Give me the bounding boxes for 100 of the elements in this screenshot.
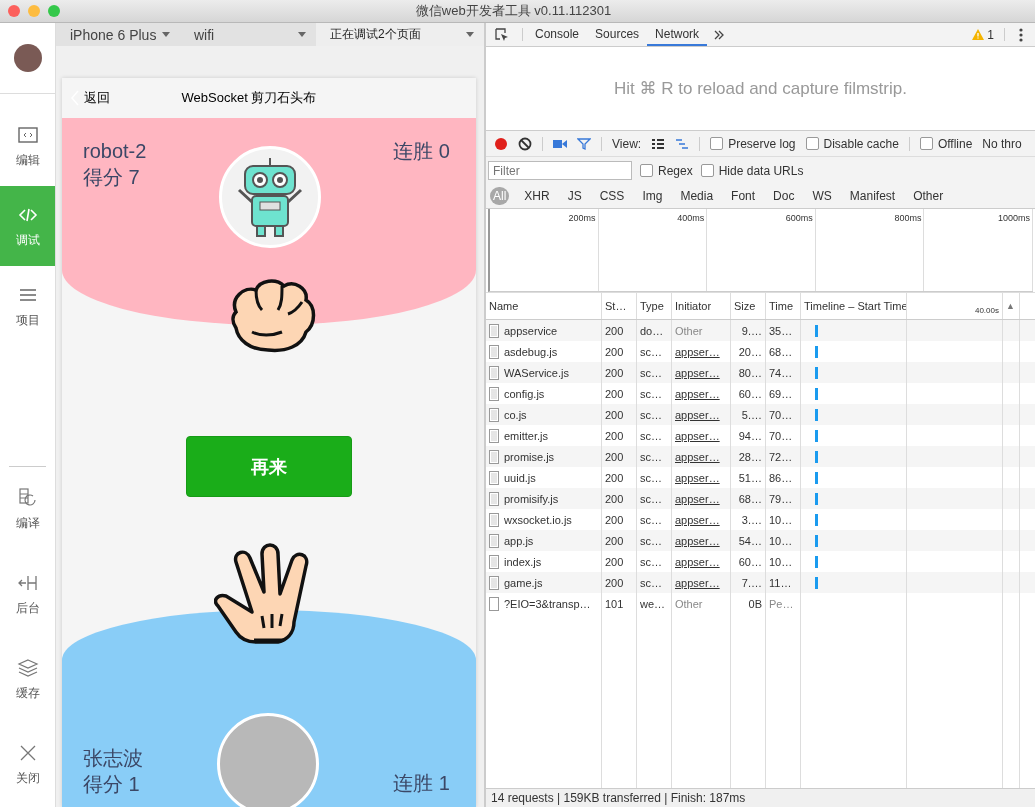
time-tick: 1000ms — [997, 213, 1030, 223]
filter-icon[interactable] — [577, 136, 591, 151]
type-filter[interactable]: XHR — [521, 187, 553, 205]
column-header[interactable]: Size — [731, 293, 766, 319]
initiator-link[interactable]: appser… — [672, 530, 731, 551]
filmstrip-hint: Hit ⌘ R to reload and capture filmstrip. — [614, 78, 907, 99]
initiator-link[interactable]: appser… — [672, 404, 731, 425]
sidebar-tool[interactable]: 缓存 — [0, 637, 55, 722]
timeline-bar — [815, 387, 818, 400]
sidebar-item[interactable]: 项目 — [0, 266, 55, 346]
table-cell: 200 — [602, 530, 637, 551]
player-name: 张志波 — [83, 746, 143, 771]
close-icon[interactable] — [8, 5, 20, 17]
inspect-icon[interactable] — [494, 26, 510, 43]
table-cell[interactable]: promise.js — [486, 446, 602, 467]
table-cell[interactable]: app.js — [486, 530, 602, 551]
timeline-bar — [815, 576, 818, 589]
win-streak: 连胜 0 — [393, 139, 450, 164]
table-cell: Other — [672, 593, 731, 614]
document-icon — [489, 344, 499, 359]
warning-counter[interactable]: 1 — [972, 23, 1000, 46]
type-filter[interactable]: Manifest — [846, 187, 899, 205]
timeline-bar — [815, 555, 818, 568]
sidebar-tool[interactable]: 后台 — [0, 552, 55, 637]
table-cell[interactable]: ?EIO=3&transp… — [486, 593, 602, 614]
initiator-link[interactable]: appser… — [672, 446, 731, 467]
user-avatar[interactable] — [13, 44, 42, 72]
table-cell[interactable]: WAService.js — [486, 362, 602, 383]
page-title: WebSocket 剪刀石头布 — [180, 89, 318, 107]
table-cell: sc… — [637, 572, 672, 593]
type-filter[interactable]: Media — [677, 187, 717, 205]
checkbox-label: Disable cache — [823, 136, 899, 151]
network-dropdown[interactable]: wifi — [180, 23, 316, 46]
column-header[interactable]: Type — [637, 293, 672, 319]
checkbox-box[interactable] — [710, 137, 724, 150]
column-header[interactable]: Time — [766, 293, 801, 319]
devtools-tab[interactable]: Console — [527, 23, 588, 46]
table-cell: 35… — [766, 320, 801, 341]
initiator-link[interactable]: appser… — [672, 362, 731, 383]
table-cell[interactable]: promisify.js — [486, 488, 602, 509]
column-header[interactable]: Initiator — [672, 293, 731, 319]
checkbox-label: Preserve log — [728, 136, 796, 151]
type-filter[interactable]: Font — [728, 187, 759, 205]
checkbox[interactable]: Disable cache — [805, 136, 899, 151]
type-filter[interactable]: WS — [809, 187, 835, 205]
chevron-double-right-icon[interactable] — [713, 28, 726, 41]
document-icon — [489, 575, 499, 590]
view-label: View: — [612, 136, 642, 151]
checkbox-box[interactable] — [640, 164, 653, 177]
table-cell: 10… — [766, 530, 801, 551]
table-cell: 200 — [602, 572, 637, 593]
sidebar-item[interactable]: 编辑 — [0, 106, 55, 186]
type-filter[interactable]: Img — [639, 187, 666, 205]
initiator-link[interactable]: appser… — [672, 572, 731, 593]
table-cell: 101 — [602, 593, 637, 614]
table-cell: 0B — [731, 593, 766, 614]
win-streak: 连胜 1 — [393, 771, 450, 796]
table-cell: 80… — [731, 362, 766, 383]
pages-dropdown[interactable]: 正在调试2个页面 — [316, 23, 484, 46]
checkbox[interactable]: Preserve log — [710, 136, 796, 151]
table-cell: 74… — [766, 362, 801, 383]
column-header[interactable]: St… — [602, 293, 637, 319]
column-header[interactable]: Name — [486, 293, 602, 319]
document-icon — [489, 449, 499, 464]
more-icon[interactable] — [1019, 27, 1023, 42]
throttle-dropdown[interactable]: No thro — [982, 136, 1022, 151]
checkbox-label: Hide data URLs — [718, 163, 804, 178]
type-filter[interactable]: Other — [910, 187, 947, 205]
record-icon[interactable] — [494, 136, 508, 151]
layers-icon — [16, 657, 39, 679]
device-dropdown[interactable]: iPhone 6 Plus — [56, 23, 180, 46]
checkbox[interactable]: Regex — [640, 163, 693, 178]
checkbox[interactable]: Offline — [919, 136, 973, 151]
document-icon — [489, 596, 499, 611]
devtools-tab[interactable]: Sources — [587, 23, 648, 46]
checkbox-box[interactable] — [805, 137, 819, 150]
sidebar-tool[interactable]: 关闭 — [0, 722, 55, 807]
checkbox-box[interactable] — [919, 137, 933, 150]
waterfall-icon[interactable] — [675, 136, 690, 151]
table-cell[interactable]: appservice — [486, 320, 602, 341]
initiator-link[interactable]: appser… — [672, 488, 731, 509]
sidebar-tool[interactable]: 编译 — [0, 467, 55, 552]
time-tick: 200ms — [568, 213, 596, 223]
table-cell: sc… — [637, 404, 672, 425]
devtools-tab[interactable]: Network — [647, 23, 708, 46]
column-header[interactable]: ▲ — [1003, 293, 1020, 319]
filter-field[interactable]: Filter — [488, 161, 632, 180]
type-filter[interactable]: CSS — [596, 187, 628, 205]
table-cell: 54… — [731, 530, 766, 551]
type-filter[interactable]: JS — [564, 187, 585, 205]
checkbox[interactable]: Hide data URLs — [700, 163, 804, 178]
column-header[interactable]: 40.00s — [907, 293, 1003, 319]
back-button[interactable]: 返回 — [62, 89, 170, 107]
player-score: 得分 1 — [83, 772, 141, 797]
checkbox-box[interactable] — [700, 164, 714, 177]
table-cell[interactable]: co.js — [486, 404, 602, 425]
list-view-icon[interactable] — [651, 136, 666, 151]
clear-icon[interactable] — [518, 136, 532, 151]
table-cell[interactable]: game.js — [486, 572, 602, 593]
type-filter[interactable]: Doc — [770, 187, 798, 205]
